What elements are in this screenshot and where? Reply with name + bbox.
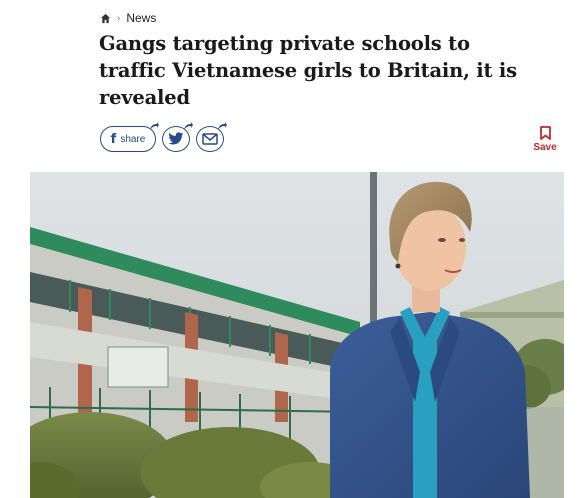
facebook-icon: f	[110, 131, 117, 147]
bookmark-icon	[539, 126, 551, 140]
share-arrow-icon	[184, 122, 193, 130]
breadcrumb-separator: ›	[117, 12, 121, 24]
facebook-share-label: share	[120, 133, 146, 145]
save-button[interactable]: Save	[532, 126, 558, 153]
twitter-share-button[interactable]	[162, 122, 193, 152]
hero-image	[30, 172, 564, 498]
email-icon	[202, 133, 218, 145]
share-arrow-icon	[218, 122, 227, 130]
article-headline: Gangs targeting private schools to traff…	[99, 32, 517, 109]
save-label: Save	[533, 142, 557, 153]
breadcrumb-item-news[interactable]: News	[126, 11, 156, 25]
hero-photo	[30, 172, 564, 498]
email-share-button[interactable]	[196, 122, 227, 152]
home-icon[interactable]	[100, 13, 111, 24]
breadcrumb: › News	[100, 10, 156, 26]
article-page: › News Gangs targeting private schools t…	[0, 0, 580, 498]
share-toolbar: f share	[100, 122, 227, 152]
twitter-icon	[168, 132, 184, 145]
share-arrow-icon	[150, 122, 159, 130]
facebook-share-button[interactable]: f share	[100, 122, 159, 152]
